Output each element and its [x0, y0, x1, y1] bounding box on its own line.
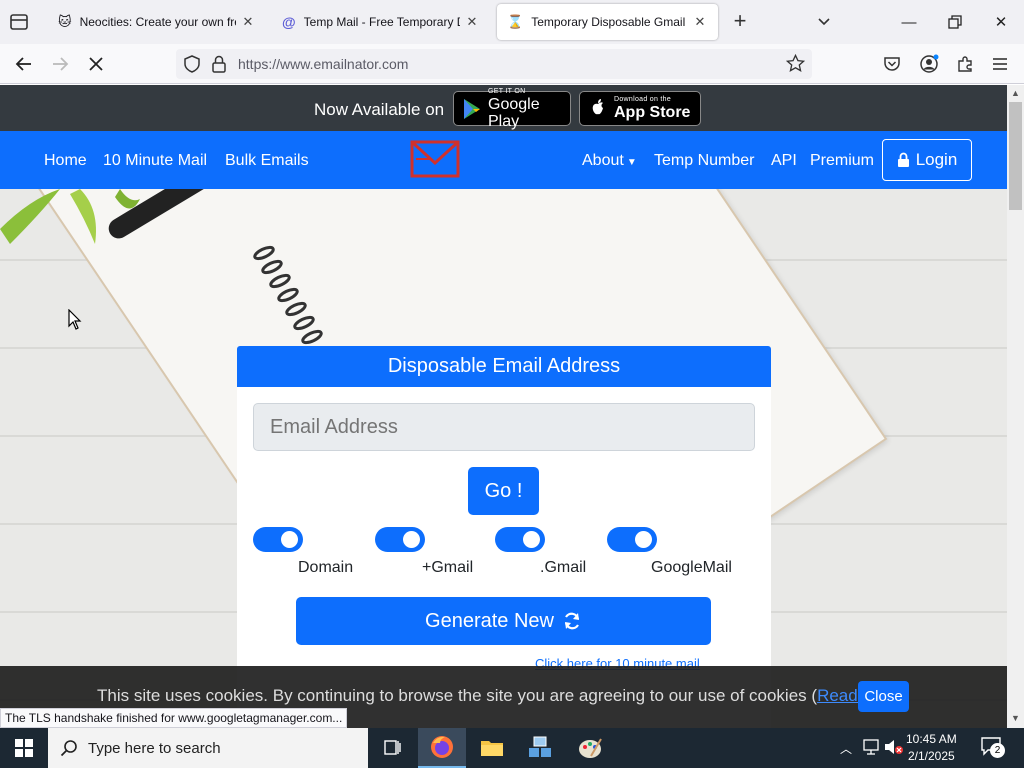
scrollbar-thumb[interactable] [1009, 102, 1022, 210]
dot-gmail-label: .Gmail [540, 559, 587, 576]
at-sign-favicon-icon: @ [282, 14, 296, 30]
taskbar-search-box[interactable]: Type here to search [48, 728, 368, 768]
system-clock[interactable]: 10:45 AM 2/1/2025 [906, 731, 957, 765]
close-tab-icon[interactable]: ✕ [240, 14, 256, 30]
tab-title: Temporary Disposable Gmail | T [531, 15, 688, 29]
nav-about-label: About [582, 152, 624, 169]
site-navbar: Home 10 Minute Mail Bulk Emails About ▼ T… [0, 131, 1007, 189]
nav-10-minute-mail-link[interactable]: 10 Minute Mail [103, 152, 207, 170]
windows-start-icon[interactable] [0, 728, 48, 768]
login-label: Login [915, 150, 958, 169]
task-view-icon[interactable] [368, 728, 416, 768]
url-bar[interactable]: https://www.emailnator.com [176, 49, 812, 79]
minimize-window-icon[interactable]: — [894, 8, 924, 36]
padlock-icon[interactable] [211, 55, 227, 73]
googlemail-toggle[interactable] [607, 527, 657, 552]
stop-loading-x-icon[interactable] [83, 52, 109, 76]
nav-temp-number-link[interactable]: Temp Number [654, 152, 754, 170]
email-address-input[interactable] [253, 403, 755, 451]
paint-palette-icon[interactable] [566, 728, 614, 768]
generate-new-button[interactable]: Generate New [296, 597, 711, 645]
close-tab-icon[interactable]: ✕ [692, 14, 708, 30]
google-play-big-text: Google Play [488, 95, 540, 130]
back-arrow-icon[interactable] [11, 52, 37, 76]
scroll-up-arrow-icon[interactable]: ▲ [1011, 88, 1020, 98]
cookie-message: This site uses cookies. By continuing to… [97, 686, 907, 706]
windows-taskbar: Type here to search ︿ 10:45 AM 2/1/2025 … [0, 728, 1024, 768]
nav-home-link[interactable]: Home [44, 152, 87, 170]
now-available-text: Now Available on [314, 100, 445, 119]
extensions-puzzle-icon[interactable] [952, 52, 978, 76]
googlemail-label: GoogleMail [651, 559, 732, 576]
plus-gmail-label: +Gmail [422, 559, 474, 576]
clock-date: 2/1/2025 [907, 749, 955, 763]
domain-toggle[interactable] [253, 527, 303, 552]
card-title: Disposable Email Address [237, 346, 771, 387]
nav-bulk-emails-link[interactable]: Bulk Emails [225, 152, 309, 170]
nav-api-link[interactable]: API [771, 152, 797, 170]
generate-new-label: Generate New [425, 609, 554, 632]
bookmark-star-icon[interactable] [786, 54, 805, 73]
notification-center-icon[interactable]: 2 [980, 736, 1008, 762]
tab-title: Neocities: Create your own free [79, 15, 236, 29]
web-page-viewport: Now Available on GET IT ON Google Play D… [0, 85, 1007, 728]
google-play-triangle-icon [462, 98, 482, 120]
firefox-taskbar-icon[interactable] [418, 728, 466, 768]
cookie-close-button[interactable]: Close [858, 681, 909, 712]
clock-time: 10:45 AM [906, 732, 957, 746]
magnifier-search-icon [60, 739, 78, 757]
tab-temp-mail[interactable]: @ Temp Mail - Free Temporary Dis ✕ [272, 4, 490, 40]
volume-muted-icon[interactable] [884, 739, 904, 755]
refresh-arrows-icon [562, 611, 582, 631]
scroll-down-arrow-icon[interactable]: ▼ [1011, 713, 1020, 723]
app-store-big-text: App Store [614, 104, 691, 121]
account-avatar-icon[interactable] [916, 52, 942, 76]
search-placeholder: Type here to search [88, 739, 221, 757]
network-app-icon[interactable] [516, 728, 564, 768]
go-button[interactable]: Go ! [468, 467, 539, 515]
caret-down-icon: ▼ [626, 157, 637, 168]
tracking-shield-icon[interactable] [183, 55, 201, 73]
cookie-text: This site uses cookies. By continuing to… [97, 686, 818, 705]
close-window-icon[interactable]: ✕ [986, 8, 1016, 36]
domain-label: Domain [298, 559, 354, 576]
tab-title: Temp Mail - Free Temporary Dis [303, 15, 460, 29]
cat-favicon-icon: 🐱 [58, 14, 72, 29]
notebook-spiral-image [248, 245, 358, 345]
app-store-badge[interactable]: Download on the App Store [579, 91, 701, 126]
apple-logo-icon [588, 98, 608, 120]
google-play-small-text: GET IT ON [488, 87, 526, 95]
url-text[interactable]: https://www.emailnator.com [238, 56, 408, 72]
browser-nav-bar: https://www.emailnator.com [0, 44, 1024, 84]
emailnator-logo-envelope-icon[interactable] [410, 139, 460, 179]
list-all-tabs-chevron-icon[interactable] [814, 12, 838, 32]
lock-icon [897, 152, 910, 168]
close-tab-icon[interactable]: ✕ [464, 14, 480, 30]
firefox-view-icon[interactable] [8, 12, 32, 32]
hourglass-loading-icon: ⌛ [507, 14, 524, 29]
login-button[interactable]: Login [882, 139, 972, 181]
plus-gmail-toggle[interactable] [375, 527, 425, 552]
notification-count-badge: 2 [990, 743, 1005, 758]
restore-window-icon[interactable] [940, 8, 970, 36]
hamburger-menu-icon[interactable] [987, 52, 1013, 76]
app-availability-banner: Now Available on GET IT ON Google Play D… [0, 85, 1007, 131]
nav-about-dropdown[interactable]: About ▼ [582, 152, 637, 170]
browser-tab-strip: 🐱 Neocities: Create your own free ✕ @ Te… [0, 0, 1024, 44]
mouse-pointer-icon [68, 309, 82, 330]
dot-gmail-toggle[interactable] [495, 527, 545, 552]
browser-status-text: The TLS handshake finished for www.googl… [0, 708, 348, 728]
google-play-badge[interactable]: GET IT ON Google Play [453, 87, 571, 130]
tab-emailnator[interactable]: ⌛ Temporary Disposable Gmail | T ✕ [497, 4, 718, 40]
file-explorer-icon[interactable] [468, 728, 516, 768]
pocket-icon[interactable] [879, 52, 905, 76]
nav-premium-link[interactable]: Premium [810, 152, 874, 170]
forward-arrow-icon[interactable] [47, 52, 73, 76]
tab-neocities[interactable]: 🐱 Neocities: Create your own free ✕ [48, 4, 266, 40]
new-tab-plus-icon[interactable]: + [728, 10, 752, 34]
app-store-small-text: Download on the [614, 96, 672, 103]
show-hidden-icons-chevron[interactable]: ︿ [840, 740, 852, 757]
network-status-icon[interactable] [862, 739, 880, 755]
